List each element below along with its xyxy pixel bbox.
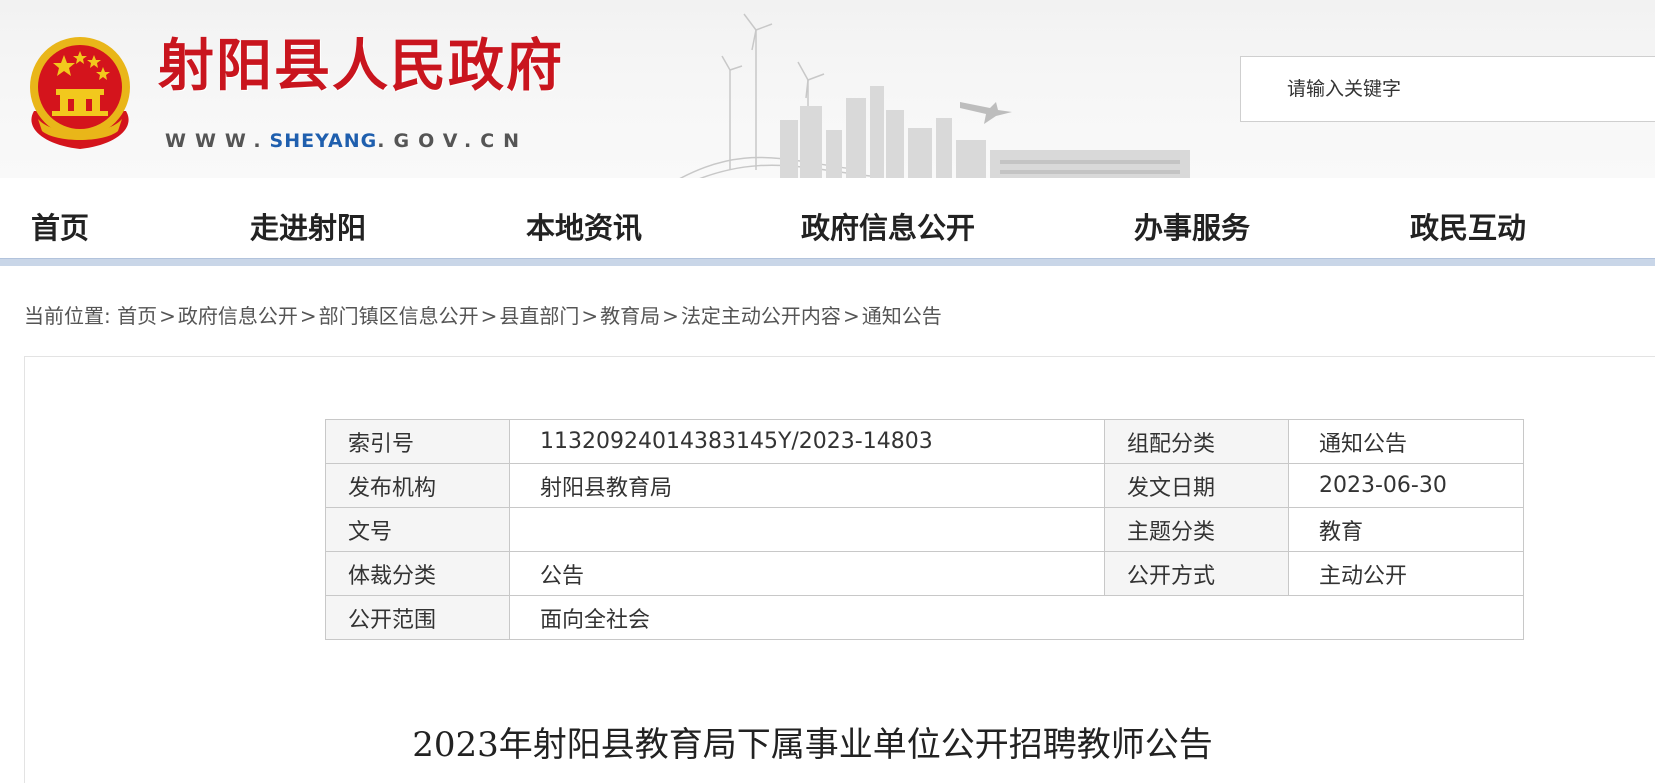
scope-label: 公开范围 <box>325 595 510 640</box>
site-url-suffix: .GOV.CN <box>377 130 529 152</box>
doc-no-value <box>509 507 1105 552</box>
nav-item-home[interactable]: 首页 <box>31 205 89 247</box>
site-header: 射阳县人民政府 WWW.SHEYANG.GOV.CN <box>0 0 1655 178</box>
genre-value: 公告 <box>509 551 1105 596</box>
nav-divider <box>0 258 1655 266</box>
topic-label: 主题分类 <box>1104 507 1289 552</box>
index-no-value: 11320924014383145Y/2023-14803 <box>509 419 1105 464</box>
nav-item-about-sheyang[interactable]: 走进射阳 <box>250 205 366 247</box>
date-value: 2023-06-30 <box>1288 463 1524 508</box>
page: 射阳县人民政府 WWW.SHEYANG.GOV.CN 请输入关键字 首页 走进射… <box>0 0 1655 783</box>
search-input[interactable] <box>1241 57 1655 121</box>
mode-value: 主动公开 <box>1288 551 1524 596</box>
info-table: 索引号 11320924014383145Y/2023-14803 组配分类 通… <box>325 419 1524 640</box>
issuer-label: 发布机构 <box>325 463 510 508</box>
scope-value: 面向全社会 <box>509 595 1524 640</box>
doc-no-label: 文号 <box>325 507 510 552</box>
search-box <box>1240 56 1655 122</box>
breadcrumb-separator: > <box>299 304 317 328</box>
date-label: 发文日期 <box>1104 463 1289 508</box>
breadcrumb-separator: > <box>581 304 599 328</box>
national-emblem-icon <box>30 37 130 149</box>
index-no-label: 索引号 <box>325 419 510 464</box>
category-label: 组配分类 <box>1104 419 1289 464</box>
mode-label: 公开方式 <box>1104 551 1289 596</box>
article-title: 2023年射阳县教育局下属事业单位公开招聘教师公告 <box>412 725 1213 765</box>
breadcrumb-item-gov-info[interactable]: 政府信息公开 <box>178 304 298 328</box>
topic-value: 教育 <box>1288 507 1524 552</box>
breadcrumb-separator: > <box>159 304 176 328</box>
breadcrumb-item-notices[interactable]: 通知公告 <box>862 304 942 328</box>
table-row: 公开范围 面向全社会 <box>325 595 1524 640</box>
breadcrumb-item-home[interactable]: 首页 <box>117 304 157 328</box>
article-content: 索引号 11320924014383145Y/2023-14803 组配分类 通… <box>24 356 1655 783</box>
site-url-prefix: WWW. <box>165 130 270 152</box>
breadcrumb-item-dept-town-info[interactable]: 部门镇区信息公开 <box>319 304 479 328</box>
breadcrumb-item-county-depts[interactable]: 县直部门 <box>499 304 579 328</box>
site-url-highlight: SHEYANG <box>269 130 378 152</box>
breadcrumb-separator: > <box>480 304 498 328</box>
table-row: 发布机构 射阳县教育局 发文日期 2023-06-30 <box>325 463 1524 508</box>
breadcrumb-separator: > <box>842 304 860 328</box>
breadcrumb-item-statutory-content[interactable]: 法定主动公开内容 <box>681 304 841 328</box>
site-title: 射阳县人民政府 <box>158 33 564 99</box>
main-nav: 首页 走进射阳 本地资讯 政府信息公开 办事服务 政民互动 <box>0 190 1655 258</box>
table-row: 索引号 11320924014383145Y/2023-14803 组配分类 通… <box>325 419 1524 464</box>
issuer-value: 射阳县教育局 <box>509 463 1105 508</box>
site-url: WWW.SHEYANG.GOV.CN <box>165 130 528 152</box>
breadcrumb-separator: > <box>662 304 679 328</box>
nav-item-services[interactable]: 办事服务 <box>1134 205 1250 247</box>
nav-item-gov-info-disclosure[interactable]: 政府信息公开 <box>801 205 975 247</box>
genre-label: 体裁分类 <box>325 551 510 596</box>
breadcrumb-prefix: 当前位置: <box>24 304 111 328</box>
category-value: 通知公告 <box>1288 419 1524 464</box>
table-row: 体裁分类 公告 公开方式 主动公开 <box>325 551 1524 596</box>
nav-item-interaction[interactable]: 政民互动 <box>1410 205 1526 247</box>
breadcrumb: 当前位置: 首页 > 政府信息公开 > 部门镇区信息公开 > 县直部门 > 教育局 > 法定主动公开… <box>24 300 942 329</box>
nav-item-local-news[interactable]: 本地资讯 <box>526 205 642 247</box>
breadcrumb-item-education-bureau[interactable]: 教育局 <box>600 304 660 328</box>
city-skyline-illustration <box>679 13 1190 178</box>
table-row: 文号 主题分类 教育 <box>325 507 1524 552</box>
